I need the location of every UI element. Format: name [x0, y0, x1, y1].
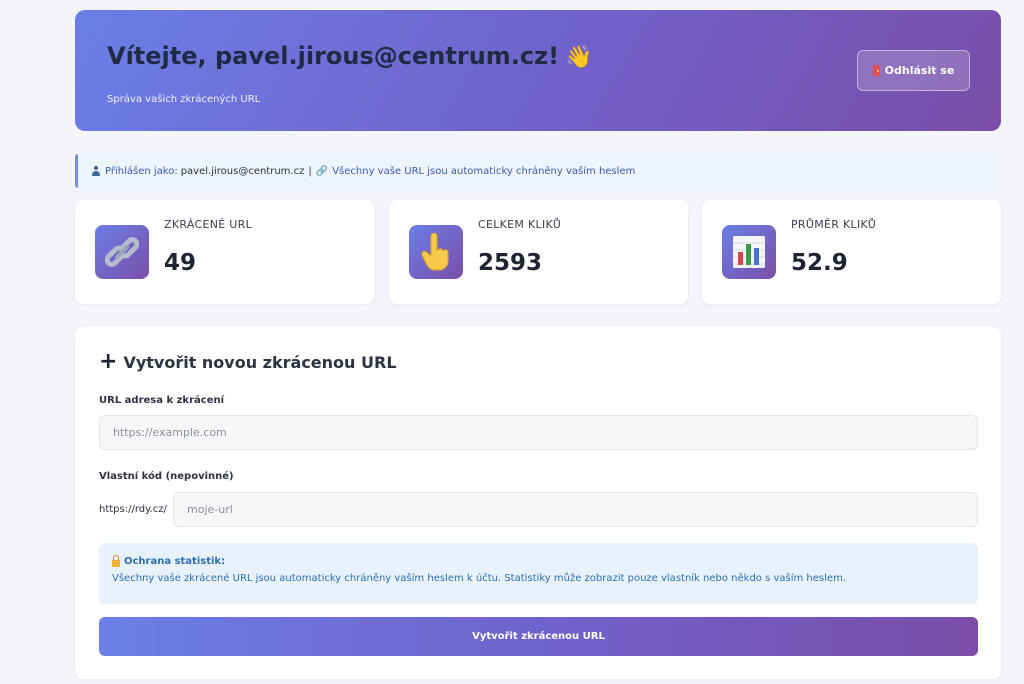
- link-icon: [95, 225, 149, 279]
- notice-text: Všechny vaše zkrácené URL jsou automatic…: [112, 573, 846, 584]
- info-separator: |: [308, 165, 312, 177]
- logout-label: Odhlásit se: [884, 64, 955, 77]
- header-subtitle: Správa vašich zkrácených URL: [107, 94, 261, 105]
- stat-label: ZKRÁCENÉ URL: [164, 218, 253, 231]
- stat-value: 52.9: [791, 250, 848, 276]
- logged-in-email: pavel.jirous@centrum.cz: [180, 165, 305, 177]
- logout-button[interactable]: Odhlásit se: [857, 50, 970, 91]
- create-url-form: + Vytvořit novou zkrácenou URL URL adres…: [75, 327, 1001, 679]
- protection-note: Všechny vaše URL jsou automaticky chráně…: [332, 165, 636, 177]
- plus-icon: +: [99, 349, 118, 374]
- stat-card-shortened-urls: ZKRÁCENÉ URL 49: [75, 200, 374, 304]
- login-info-bar: Přihlášen jako: pavel.jirous@centrum.cz …: [75, 154, 1001, 188]
- url-prefix: https://rdy.cz/: [99, 504, 167, 515]
- page-title: Vítejte, pavel.jirous@centrum.cz! 👋: [107, 42, 592, 70]
- url-input[interactable]: [99, 415, 978, 450]
- welcome-text: Vítejte, pavel.jirous@centrum.cz!: [107, 42, 560, 70]
- form-title-text: Vytvořit novou zkrácenou URL: [123, 352, 397, 372]
- notice-title: Ochrana statistik:: [112, 554, 965, 567]
- pointing-hand-icon: [409, 225, 463, 279]
- code-field-label: Vlastní kód (nepovinné): [99, 471, 234, 482]
- door-icon: [872, 65, 880, 76]
- waving-hand-icon: 👋: [565, 45, 593, 70]
- stat-value: 49: [164, 250, 197, 276]
- welcome-header: Vítejte, pavel.jirous@centrum.cz! 👋 Správ…: [75, 10, 1001, 131]
- user-icon: [91, 166, 101, 176]
- notice-title-text: Ochrana statistik:: [124, 556, 226, 567]
- form-title: + Vytvořit novou zkrácenou URL: [99, 351, 397, 373]
- stat-label: CELKEM KLIKŮ: [478, 218, 562, 231]
- dashboard-page: Vítejte, pavel.jirous@centrum.cz! 👋 Správ…: [0, 0, 1024, 684]
- stat-card-total-clicks: CELKEM KLIKŮ 2593: [389, 200, 688, 304]
- stat-card-average-clicks: PRŮMĚR KLIKŮ 52.9: [702, 200, 1001, 304]
- custom-code-input[interactable]: [173, 492, 978, 527]
- stats-protection-notice: Ochrana statistik: Všechny vaše zkrácené…: [99, 543, 978, 604]
- link-icon: 🔗: [315, 165, 329, 177]
- logged-in-label: Přihlášen jako:: [105, 165, 178, 177]
- stat-label: PRŮMĚR KLIKŮ: [791, 218, 877, 231]
- url-field-label: URL adresa k zkrácení: [99, 395, 225, 406]
- bar-chart-icon: [722, 225, 776, 279]
- lock-icon: [112, 554, 120, 567]
- create-short-url-button[interactable]: Vytvořit zkrácenou URL: [99, 617, 978, 656]
- stat-value: 2593: [478, 250, 543, 276]
